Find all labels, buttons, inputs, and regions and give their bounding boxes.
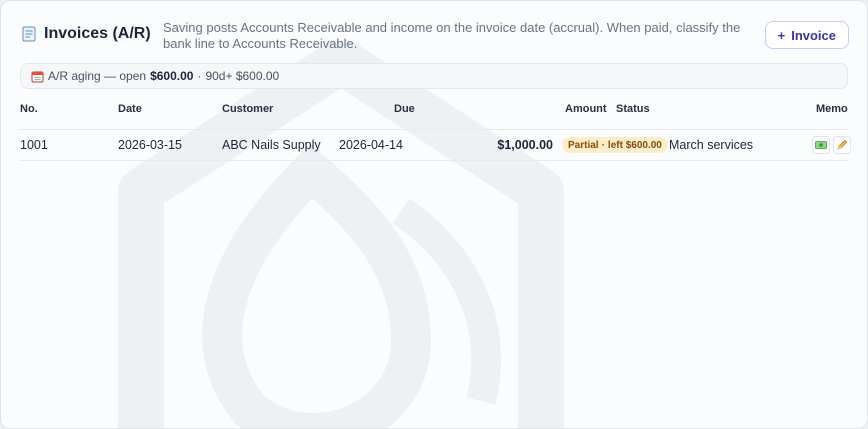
column-header-amount: Amount [565, 103, 607, 115]
column-header-no: No. [20, 103, 38, 115]
column-header-customer: Customer [222, 103, 274, 115]
invoices-card: Invoices (A/R) Saving posts Accounts Rec… [0, 0, 868, 429]
invoice-memo: March services [669, 138, 754, 152]
status-separator: · [601, 139, 605, 151]
page-header: Invoices (A/R) Saving posts Accounts Rec… [20, 19, 849, 55]
ar-aging-summary: A/R aging — open $600.00 · 90d+ $600.00 [20, 63, 848, 89]
invoice-due-date: 2026-04-14 [339, 138, 403, 152]
invoice-amount: $1,000.00 [497, 138, 553, 152]
column-header-status: Status [616, 103, 650, 115]
aging-separator: · [197, 69, 202, 83]
house-watermark-icon [118, 41, 564, 428]
column-header-date: Date [118, 103, 142, 115]
invoice-number: 1001 [20, 138, 48, 152]
aging-open-amount: $600.00 [150, 69, 194, 83]
pencil-icon [837, 140, 847, 150]
status-badge: Partial · left $600.00 [562, 137, 668, 153]
plus-icon: + [777, 27, 786, 43]
row-divider [20, 160, 849, 161]
add-invoice-label: Invoice [791, 27, 836, 43]
calendar-icon [31, 71, 44, 82]
column-header-memo: Memo [816, 103, 848, 115]
page-description: Saving posts Accounts Receivable and inc… [163, 20, 741, 51]
add-invoice-button[interactable]: + Invoice [764, 21, 849, 49]
receipt-icon [22, 26, 36, 42]
column-header-due: Due [394, 103, 415, 115]
invoice-customer: ABC Nails Supply [222, 138, 321, 152]
header-divider [20, 129, 849, 130]
page-title-text: Invoices (A/R) [44, 25, 151, 42]
aging-prefix: A/R aging — open [48, 69, 147, 83]
status-remaining: left $600.00 [607, 139, 662, 151]
edit-invoice-button[interactable] [833, 136, 851, 154]
status-state: Partial [568, 139, 599, 151]
record-payment-button[interactable] [812, 136, 830, 154]
invoice-date: 2026-03-15 [118, 138, 182, 152]
aging-bucket: 90d+ $600.00 [205, 69, 280, 83]
page-title: Invoices (A/R) [20, 25, 151, 43]
money-icon [815, 141, 827, 149]
